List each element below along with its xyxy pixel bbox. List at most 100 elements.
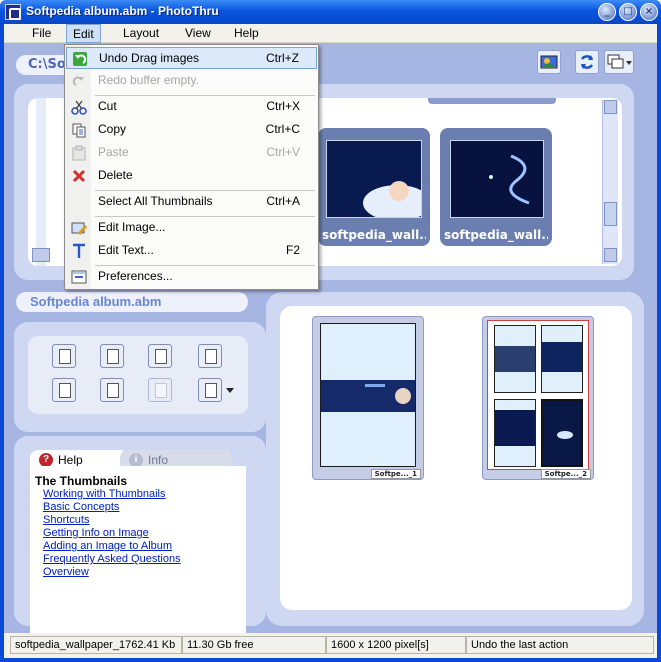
menu-item-delete[interactable]: Delete [66,165,317,187]
page-label: Softpe..._1 [370,469,421,479]
maximize-button[interactable]: □ [619,3,637,21]
edit-menu-dropdown: Undo Drag images Ctrl+Z Redo buffer empt… [64,44,319,290]
menu-view[interactable]: View [179,24,217,43]
path-text: C:\So [28,57,66,72]
menu-item-paste[interactable]: Paste Ctrl+V [66,142,317,164]
minimize-button[interactable]: _ [598,3,616,21]
open-folder-button[interactable] [100,344,124,368]
album-name-field[interactable]: Softpedia album.abm [16,292,248,312]
vertical-scrollbar[interactable] [602,100,618,264]
save-button[interactable] [148,344,172,368]
help-link[interactable]: Basic Concepts [43,501,119,513]
menu-item-undo[interactable]: Undo Drag images Ctrl+Z [66,47,317,69]
scroll-thumb[interactable] [604,202,617,226]
menu-item-shortcut: Ctrl+C [265,122,300,136]
thumbnail-card[interactable]: softpedia_wall... [318,128,430,246]
status-free-space: 11.30 Gb free [182,636,326,654]
thumbnails-left-gutter [36,98,46,266]
help-content: The Thumbnails Working with Thumbnails B… [30,466,246,634]
view-mode-button[interactable] [604,50,634,74]
menu-file[interactable]: File [26,24,57,43]
page-sheet [487,320,589,470]
print-button[interactable] [52,378,76,402]
new-page-button[interactable] [52,344,76,368]
menu-item-cut[interactable]: Cut Ctrl+X [66,96,317,118]
tools-panel [14,322,266,432]
layout-button[interactable] [198,378,222,402]
menu-item-label: Edit Text... [98,243,154,257]
landscape-icon [540,55,558,69]
help-link[interactable]: Adding an Image to Album [43,540,172,552]
menu-item-preferences[interactable]: Preferences... [66,266,317,288]
menu-item-select-all[interactable]: Select All Thumbnails Ctrl+A [66,191,317,213]
title-bar[interactable]: Softpedia album.abm - PhotoThru _ □ × [0,0,661,24]
menu-item-label: Paste [98,145,129,159]
thumbnail-card[interactable]: softpedia_wall... [440,128,552,246]
menu-item-shortcut: Ctrl+V [266,145,300,159]
undo-button[interactable] [100,378,124,402]
menu-item-edit-text[interactable]: Edit Text... F2 [66,240,317,262]
thumbnail-caption: softpedia_wall... [322,228,426,242]
edit-image-icon [71,222,87,235]
scroll-down-button[interactable] [604,248,617,262]
album-pages-panel: Softpe..._1 Softpe..._2 [266,292,644,626]
status-hint: Undo the last action [466,636,654,654]
preferences-icon [71,270,87,284]
redo-button[interactable] [148,378,172,402]
info-icon: i [129,453,143,467]
scroll-up-button[interactable] [604,100,617,114]
menu-item-shortcut: Ctrl+X [266,99,300,113]
menu-item-label: Redo buffer empty. [98,73,199,87]
close-icon: × [644,6,654,17]
minimize-icon: _ [604,6,610,17]
menu-help[interactable]: Help [228,24,265,43]
page-cell [494,325,536,393]
redo-icon [72,76,84,86]
menu-bar: File Edit Layout View Help [4,24,657,43]
thumbnail-image [450,140,544,218]
paste-icon [72,145,86,161]
page-cell [494,399,536,467]
tools-area [28,336,248,414]
menu-item-shortcut: F2 [285,243,300,257]
help-link[interactable]: Overview [43,566,89,578]
help-title: The Thumbnails [35,474,128,488]
menu-item-label: Edit Image... [98,220,166,234]
album-page-card[interactable]: Softpe..._2 [482,316,594,480]
album-page-card[interactable]: Softpe..._1 [312,316,424,480]
help-question-icon: ? [39,453,53,467]
wallpaper-button[interactable] [537,50,561,74]
window-title: Softpedia album.abm - PhotoThru [26,4,219,18]
album-pages-area[interactable]: Softpe..._1 Softpe..._2 [280,306,632,610]
menu-item-label: Preferences... [98,269,173,283]
tab-help-label: Help [58,453,83,467]
copy-pages-button[interactable] [198,344,222,368]
page-label: Softpe..._2 [540,469,591,479]
menu-item-copy[interactable]: Copy Ctrl+C [66,119,317,141]
help-link[interactable]: Getting Info on Image [43,527,149,539]
menu-item-redo[interactable]: Redo buffer empty. [66,70,317,92]
scroll-left-button[interactable] [32,248,50,262]
undo-icon [73,52,87,66]
help-link[interactable]: Shortcuts [43,514,89,526]
chevron-down-icon[interactable] [226,388,234,393]
refresh-icon [580,55,594,69]
copy-icon [72,123,86,138]
status-dimensions: 1600 x 1200 pixel[s] [326,636,466,654]
text-t-icon [73,243,85,258]
refresh-button[interactable] [575,50,599,74]
page-cell [541,325,583,393]
close-button[interactable]: × [640,3,658,21]
app-icon[interactable] [5,4,21,20]
menu-item-label: Cut [98,99,117,113]
help-link[interactable]: Working with Thumbnails [43,488,165,500]
menu-layout[interactable]: Layout [117,24,165,43]
help-link[interactable]: Frequently Asked Questions [43,553,181,565]
thumbnail-row-edge [428,98,556,104]
menu-edit[interactable]: Edit [66,24,101,43]
page-sheet [320,323,416,467]
menu-item-edit-image[interactable]: Edit Image... [66,217,317,239]
maximize-icon: □ [623,6,633,17]
menu-item-label: Undo Drag images [99,51,200,65]
status-bar: softpedia_wallpaper_1762.41 Kb 11.30 Gb … [4,633,657,658]
